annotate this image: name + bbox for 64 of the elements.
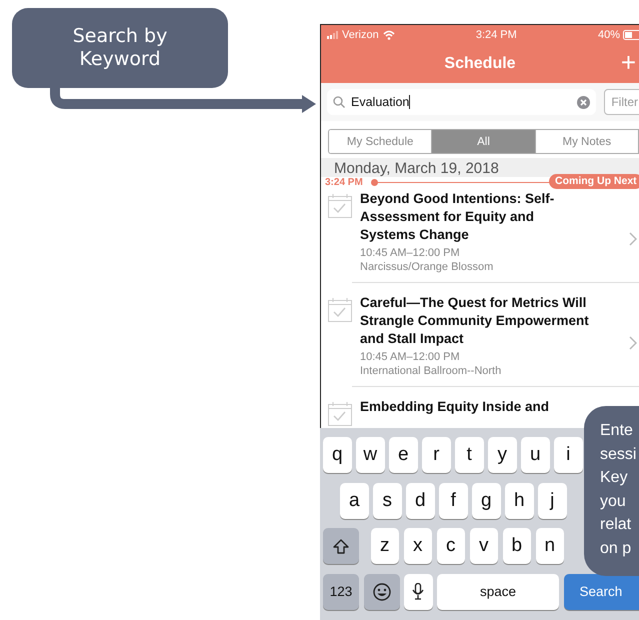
keyboard-key[interactable]: r (422, 437, 450, 473)
keyboard-key[interactable]: x (404, 528, 432, 564)
status-time: 3:24 PM (476, 29, 517, 41)
coming-up-badge: Coming Up Next (549, 174, 639, 189)
session-room: Narcissus/Orange Blossom (360, 260, 494, 274)
callout-text: on p (600, 538, 632, 558)
emoji-key[interactable] (364, 574, 400, 610)
keyboard-key[interactable]: z (370, 528, 399, 564)
keyboard-key[interactable]: i (554, 437, 582, 473)
smiley-icon (372, 582, 390, 600)
date-header: Monday, March 19, 2018 (334, 160, 499, 177)
wifi-icon (382, 30, 395, 40)
session-time: 10:45 AM–12:00 PM (360, 246, 461, 260)
keyboard-key[interactable]: f (439, 482, 468, 518)
callout-text: relat (600, 515, 632, 535)
session-room: International Ballroom--North (360, 364, 502, 378)
shift-key[interactable] (323, 528, 359, 564)
space-key[interactable]: space (437, 574, 559, 610)
keyboard-key[interactable]: q (323, 437, 352, 473)
session-title[interactable]: Beyond Good Intentions: Self-Assessment for Equity and Systems Change (360, 190, 590, 244)
keyboard-key[interactable]: e (389, 437, 418, 473)
clear-icon (577, 96, 590, 108)
search-field[interactable]: Evaluation (327, 89, 596, 115)
keyboard-key[interactable]: a (340, 482, 368, 518)
search-key[interactable]: Search (564, 574, 639, 610)
calendar-check-icon (328, 402, 352, 426)
signal-icon (327, 31, 338, 39)
callout-text: you (600, 492, 627, 512)
keyboard-key[interactable]: n (536, 528, 564, 564)
callout-text: Search by Keyword (72, 25, 168, 71)
keyboard-key[interactable]: j (538, 482, 566, 518)
current-time-dot (371, 179, 378, 186)
keyboard-key[interactable]: d (406, 482, 434, 518)
keyboard-key[interactable]: s (373, 482, 402, 518)
search-icon (333, 96, 345, 108)
callout-text: Ente (600, 421, 634, 441)
keyboard-key[interactable]: c (436, 528, 465, 564)
current-time: 3:24 PM (325, 177, 363, 188)
session-time: 10:45 AM–12:00 PM (360, 350, 461, 364)
callout-text: sessi (600, 444, 638, 464)
keyboard-key[interactable]: b (502, 528, 531, 564)
keyboard-key[interactable]: v (470, 528, 498, 564)
battery-level: 40% (598, 29, 620, 41)
chevron-icon (629, 232, 637, 246)
keyboard-key[interactable]: g (472, 482, 500, 518)
chevron-icon (629, 336, 637, 350)
keyboard-key[interactable]: h (505, 482, 534, 518)
keyboard-key[interactable]: y (488, 437, 516, 473)
carrier-name: Verizon (342, 29, 379, 41)
keyboard-key[interactable]: u (521, 437, 550, 473)
numbers-key[interactable]: 123 (323, 574, 359, 610)
session-title[interactable]: Careful—The Quest for Metrics Will Strangle Community Empowerment and Stall Impact (360, 294, 590, 348)
microphone-key[interactable] (404, 574, 432, 610)
calendar-check-icon (328, 194, 352, 218)
keyboard-key[interactable]: t (455, 437, 484, 473)
segment-tab[interactable]: My Schedule (329, 130, 432, 153)
callout-text: Key (600, 468, 629, 488)
battery-icon (622, 30, 639, 40)
keyboard-key[interactable]: w (356, 437, 384, 473)
shift-icon (333, 538, 349, 554)
screen-title: Schedule (444, 55, 516, 73)
session-title[interactable]: Embedding Equity Inside and (360, 398, 550, 416)
calendar-check-icon (328, 298, 352, 322)
microphone-icon (412, 583, 424, 600)
